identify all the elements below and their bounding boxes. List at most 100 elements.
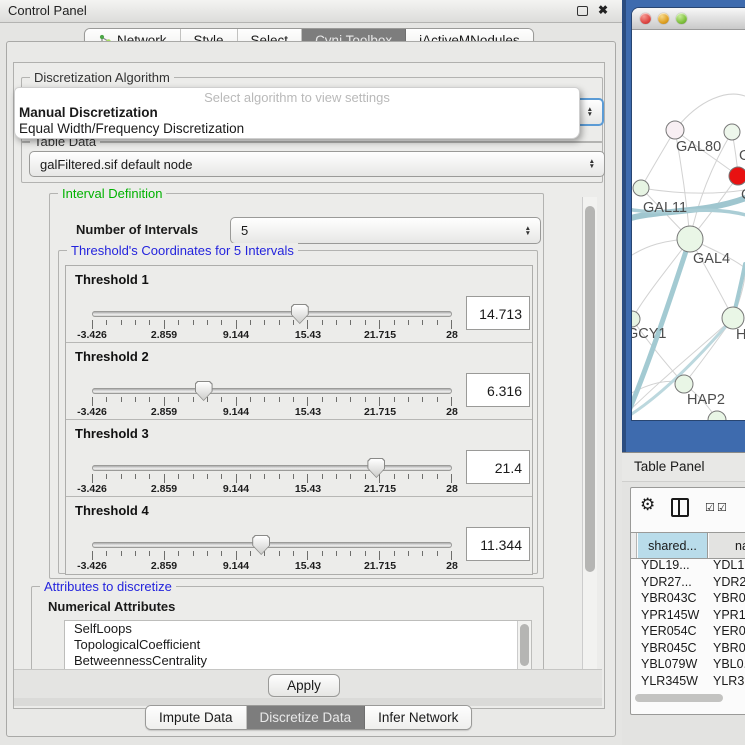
- threshold-value-field[interactable]: 21.4: [466, 450, 530, 484]
- network-node[interactable]: [633, 180, 649, 196]
- table-row[interactable]: YBL079W YBL0...: [631, 656, 745, 673]
- cell-name[interactable]: YBL0...: [713, 656, 745, 673]
- network-edge[interactable]: [641, 188, 745, 193]
- tick-label: 28: [446, 329, 458, 341]
- cyni-bottom-tabs: Impute Data Discretize Data Infer Networ…: [145, 705, 472, 730]
- cell-name[interactable]: YER0...: [713, 623, 745, 640]
- table-row[interactable]: YLR345W YLR3...: [631, 673, 745, 690]
- network-node[interactable]: [675, 375, 693, 393]
- checkbox-icon[interactable]: ☑: [717, 501, 727, 514]
- table-row[interactable]: YIL052C YIL0...: [631, 689, 745, 691]
- apply-button[interactable]: Apply: [268, 674, 340, 697]
- number-of-intervals-value: 5: [241, 223, 248, 238]
- minimize-traffic-light[interactable]: [658, 13, 669, 24]
- tick-label: 28: [446, 483, 458, 495]
- tab-discretize-data-label: Discretize Data: [260, 710, 352, 725]
- algorithm-option[interactable]: Manual Discretization: [15, 105, 579, 121]
- tab-impute-data[interactable]: Impute Data: [146, 706, 247, 729]
- tick-label: 21.715: [364, 406, 396, 418]
- table-row[interactable]: YDL19... YDL1...: [631, 557, 745, 574]
- number-of-intervals-combobox[interactable]: 5 ▲▼: [230, 217, 541, 244]
- network-node[interactable]: [729, 167, 745, 185]
- cell-name[interactable]: YPR1...: [713, 607, 745, 624]
- slider-tick-labels: -3.4262.8599.14415.4321.71528: [92, 329, 452, 341]
- network-edge[interactable]: [632, 239, 690, 319]
- tick-label: 9.144: [223, 329, 249, 341]
- algorithm-option[interactable]: Equal Width/Frequency Discretization: [15, 121, 579, 137]
- zoom-traffic-light[interactable]: [676, 13, 687, 24]
- tab-infer-network[interactable]: Infer Network: [365, 706, 471, 729]
- cell-name[interactable]: YDR2...: [713, 574, 745, 591]
- slider-track[interactable]: [92, 311, 452, 317]
- table-data-combobox[interactable]: galFiltered.sif default node ▲▼: [29, 151, 605, 177]
- table-row[interactable]: YBR045C YBR0...: [631, 640, 745, 657]
- node-table: ⚙ ☑ ☑ shared... na YDL19...YDL1...YDR27.…: [630, 487, 745, 715]
- tick-label: -3.426: [77, 329, 107, 341]
- cell-shared-name[interactable]: YDL19...: [641, 557, 690, 574]
- cell-name[interactable]: YBR0...: [713, 640, 745, 657]
- tick-label: 2.859: [151, 406, 177, 418]
- slider-track[interactable]: [92, 542, 452, 548]
- threshold-row: Threshold 2 -3.4262.8599.14415.4321.7152…: [66, 343, 532, 420]
- apply-bar: Apply: [14, 669, 602, 699]
- network-window-titlebar: [632, 8, 745, 30]
- slider-track[interactable]: [92, 465, 452, 471]
- cell-shared-name[interactable]: YBL079W: [641, 656, 697, 673]
- threshold-slider: -3.4262.8599.14415.4321.71528: [92, 420, 452, 496]
- gear-icon[interactable]: ⚙: [640, 495, 655, 515]
- control-panel-title: Control Panel: [8, 3, 87, 18]
- tick-label: 15.43: [295, 406, 321, 418]
- attribute-list-item[interactable]: SelfLoops: [65, 621, 531, 637]
- threshold-value-field[interactable]: 6.316: [466, 373, 530, 407]
- attributes-scrollbar[interactable]: [517, 621, 531, 671]
- network-node[interactable]: [724, 124, 740, 140]
- network-node[interactable]: [632, 311, 640, 327]
- network-node[interactable]: [722, 307, 744, 329]
- table-row[interactable]: YER054C YER0...: [631, 623, 745, 640]
- cell-shared-name[interactable]: YER054C: [641, 623, 697, 640]
- table-body: YDL19...YDL1...YDR27...YDR2...YBR043CYBR…: [631, 557, 745, 691]
- network-edge[interactable]: [641, 130, 675, 188]
- combo-arrows-icon: ▲▼: [587, 107, 593, 117]
- table-row[interactable]: YPR145W YPR1...: [631, 607, 745, 624]
- cell-shared-name[interactable]: YIL052C: [641, 689, 690, 691]
- interval-definition-group: Interval Definition Number of Intervals …: [49, 193, 544, 579]
- slider-track[interactable]: [92, 388, 452, 394]
- cell-shared-name[interactable]: YDR27...: [641, 574, 692, 591]
- cell-shared-name[interactable]: YPR145W: [641, 607, 699, 624]
- cell-name[interactable]: YDL1...: [713, 557, 745, 574]
- tab-discretize-data[interactable]: Discretize Data: [247, 706, 366, 729]
- table-row[interactable]: YBR043C YBR0...: [631, 590, 745, 607]
- cell-name[interactable]: YLR3...: [713, 673, 745, 690]
- cell-shared-name[interactable]: YLR345W: [641, 673, 698, 690]
- network-node[interactable]: [666, 121, 684, 139]
- table-panel-title: Table Panel: [634, 459, 705, 474]
- network-node[interactable]: [708, 411, 726, 420]
- table-data-value: galFiltered.sif default node: [40, 157, 192, 172]
- table-horizontal-scrollbar[interactable]: [633, 694, 743, 703]
- cell-shared-name[interactable]: YBR043C: [641, 590, 697, 607]
- number-of-intervals-label: Number of Intervals: [76, 222, 198, 237]
- table-row[interactable]: YDR27... YDR2...: [631, 574, 745, 591]
- attribute-list-item[interactable]: BetweennessCentrality: [65, 653, 531, 669]
- network-canvas[interactable]: GAL80GACGAL11GAL4GCY1HHAP2: [632, 29, 745, 420]
- slider-tick-labels: -3.4262.8599.14415.4321.71528: [92, 560, 452, 572]
- threshold-value-field[interactable]: 11.344: [466, 527, 530, 561]
- cell-shared-name[interactable]: YBR045C: [641, 640, 697, 657]
- algorithm-dropdown-popup: Select algorithm to view settings Manual…: [14, 87, 580, 139]
- checkbox-icon[interactable]: ☑: [705, 501, 715, 514]
- network-node[interactable]: [677, 226, 703, 252]
- close-icon[interactable]: ✖: [598, 3, 608, 17]
- column-header-name[interactable]: na: [709, 533, 745, 558]
- cell-name[interactable]: YIL0...: [713, 689, 745, 691]
- cell-name[interactable]: YBR0...: [713, 590, 745, 607]
- column-header-shared-name[interactable]: shared...: [638, 533, 708, 558]
- attribute-list-item[interactable]: TopologicalCoefficient: [65, 637, 531, 653]
- column-layout-icon[interactable]: [671, 498, 689, 517]
- threshold-value-field[interactable]: 14.713: [466, 296, 530, 330]
- float-window-icon[interactable]: [577, 6, 588, 16]
- numerical-attributes-list[interactable]: SelfLoopsTopologicalCoefficientBetweenne…: [64, 620, 532, 672]
- content-scrollbar[interactable]: [582, 197, 597, 669]
- close-traffic-light[interactable]: [640, 13, 651, 24]
- threshold-slider: -3.4262.8599.14415.4321.71528: [92, 497, 452, 573]
